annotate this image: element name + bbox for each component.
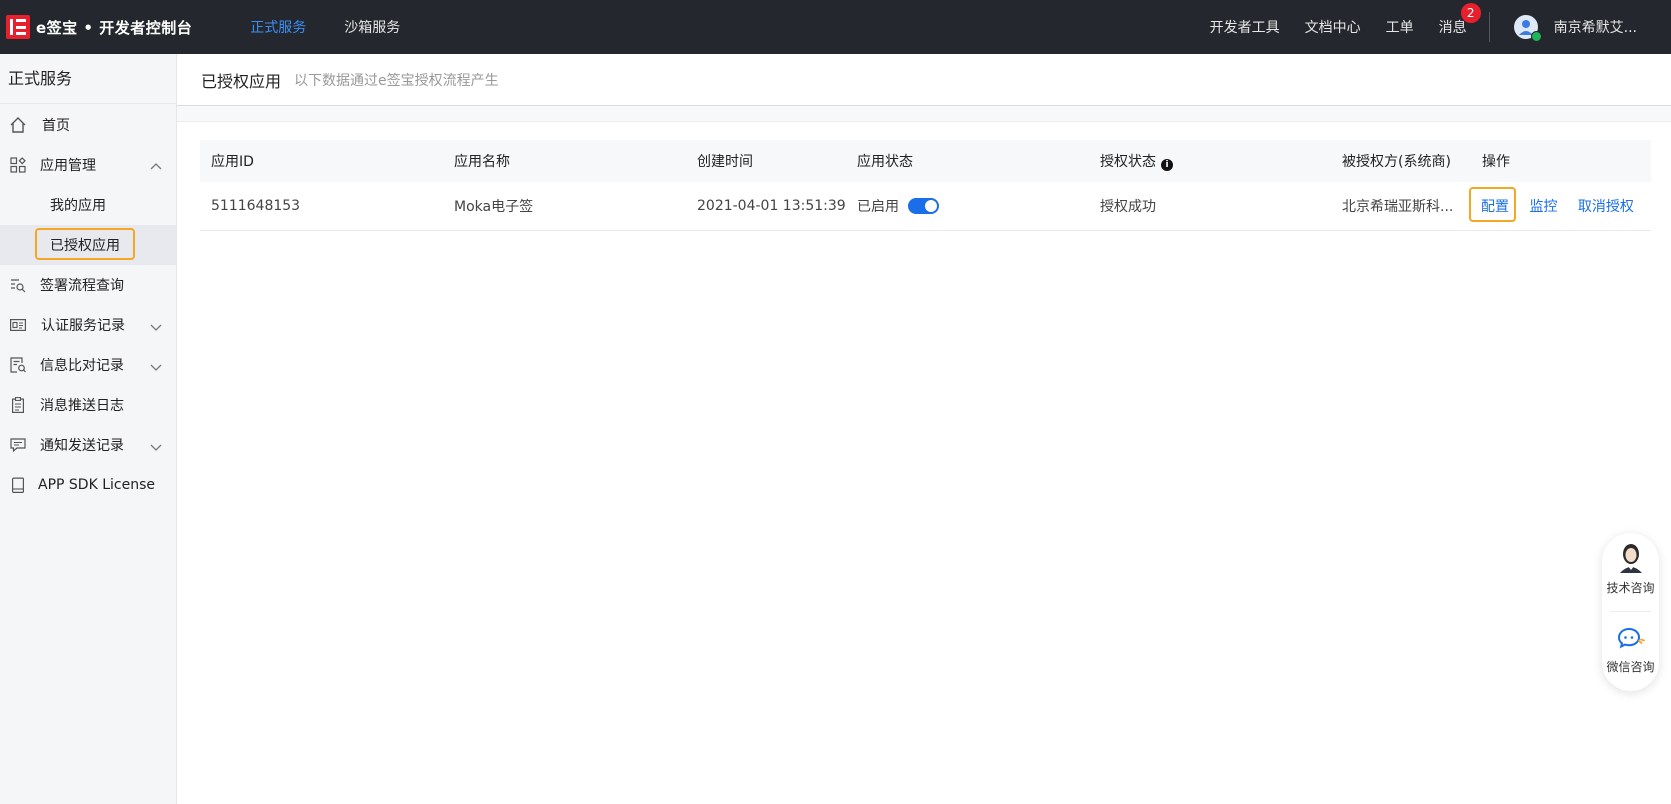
chevron-up-icon — [150, 158, 162, 177]
col-header-app-status: 应用状态 — [857, 154, 913, 170]
chevron-down-icon — [150, 438, 162, 457]
logo-text: e签宝 • 开发者控制台 — [36, 18, 193, 37]
top-right-menu: 开发者工具 文档中心 工单 消息 2 南京希默艾... — [1210, 0, 1671, 54]
app-grid-icon — [9, 156, 27, 174]
col-header-actions: 操作 — [1482, 154, 1510, 170]
revoke-auth-link[interactable]: 取消授权 — [1578, 199, 1634, 215]
esign-logo-icon — [6, 15, 30, 39]
chevron-down-icon — [150, 318, 162, 337]
messages-link[interactable]: 消息 2 — [1438, 3, 1481, 37]
info-icon[interactable]: i — [1161, 159, 1173, 171]
cell-app-id: 5111648153 — [211, 197, 301, 214]
sidebar-item-app-management[interactable]: 应用管理 — [0, 145, 176, 185]
sidebar-item-home[interactable]: 首页 — [0, 105, 176, 145]
col-header-app-id: 应用ID — [211, 154, 254, 170]
messages-label: 消息 — [1438, 20, 1467, 36]
docs-link[interactable]: 文档中心 — [1305, 17, 1361, 37]
main-content: 已授权应用 以下数据通过e签宝授权流程产生 应用ID 应用名称 创建时间 应用状… — [177, 54, 1671, 804]
wechat-chat-icon — [1617, 627, 1645, 649]
sidebar-item-sign-flow-query[interactable]: 签署流程查询 — [0, 265, 176, 305]
cell-auth-status: 授权成功 — [1100, 198, 1156, 215]
col-header-grantee: 被授权方(系统商) — [1342, 154, 1451, 170]
divider — [1488, 12, 1490, 42]
tech-consult-button[interactable]: 技术咨询 — [1602, 541, 1659, 596]
sidebar-item-label: 签署流程查询 — [40, 278, 124, 294]
sidebar-item-label: 应用管理 — [40, 158, 96, 174]
book-icon — [9, 476, 27, 494]
clipboard-icon — [9, 396, 27, 414]
dev-tools-link[interactable]: 开发者工具 — [1210, 17, 1280, 37]
sidebar-item-push-logs[interactable]: 消息推送日志 — [0, 385, 176, 425]
top-bar: e签宝 • 开发者控制台 正式服务 沙箱服务 开发者工具 文档中心 工单 消息 … — [0, 0, 1671, 54]
app-status-label: 已启用 — [857, 198, 899, 215]
chevron-down-icon — [150, 358, 162, 377]
consult-widget: 技术咨询 微信咨询 — [1602, 533, 1659, 691]
messages-badge: 2 — [1460, 3, 1481, 23]
sidebar-item-label: 认证服务记录 — [41, 318, 125, 334]
tech-consult-label: 技术咨询 — [1606, 581, 1655, 595]
page-title: 已授权应用 — [201, 71, 282, 91]
monitor-link[interactable]: 监控 — [1529, 199, 1557, 215]
authorized-apps-table: 应用ID 应用名称 创建时间 应用状态 授权状态 i 被授权方(系统商) 操作 5… — [200, 140, 1651, 231]
col-header-auth-status: 授权状态 i — [1089, 140, 1331, 182]
sidebar-item-my-apps[interactable]: 我的应用 — [0, 185, 176, 225]
search-list-icon — [9, 276, 27, 294]
table-header-row: 应用ID 应用名称 创建时间 应用状态 授权状态 i 被授权方(系统商) 操作 — [200, 140, 1651, 182]
chat-icon — [9, 436, 27, 454]
page-header: 已授权应用 以下数据通过e签宝授权流程产生 — [177, 54, 1671, 106]
verified-check-icon — [1530, 31, 1542, 42]
wechat-consult-label: 微信咨询 — [1606, 660, 1655, 674]
compare-doc-icon — [9, 356, 27, 374]
user-name[interactable]: 南京希默艾... — [1554, 17, 1637, 37]
sidebar-item-label: 我的应用 — [50, 198, 106, 214]
cell-app-name: Moka电子签 — [454, 198, 534, 215]
user-avatar-icon[interactable] — [1513, 15, 1542, 42]
configure-link[interactable]: 配置 — [1481, 199, 1509, 215]
wechat-consult-button[interactable]: 微信咨询 — [1602, 627, 1659, 675]
top-nav: 正式服务 沙箱服务 — [250, 17, 438, 37]
toggle-knob — [925, 199, 938, 212]
support-agent-avatar-icon — [1619, 544, 1642, 573]
table-row: 5111648153 Moka电子签 2021-04-01 13:51:39 已… — [200, 182, 1651, 230]
sidebar-item-label: APP SDK License — [38, 477, 155, 493]
sidebar-item-label: 信息比对记录 — [40, 358, 124, 374]
sidebar-item-label: 已授权应用 — [50, 238, 120, 254]
sidebar: 正式服务 首页 应用管理 我的应用 已授权应用 签署流程查询 认证服务记录 信息… — [0, 54, 177, 804]
app-status-toggle[interactable] — [908, 197, 940, 214]
col-header-app-name: 应用名称 — [454, 154, 510, 170]
sidebar-item-app-sdk-license[interactable]: APP SDK License — [0, 465, 176, 505]
logo[interactable]: e签宝 • 开发者控制台 — [6, 15, 192, 39]
sidebar-item-info-compare-records[interactable]: 信息比对记录 — [0, 345, 176, 385]
widget-divider — [1610, 611, 1651, 612]
page-subtitle: 以下数据通过e签宝授权流程产生 — [294, 72, 499, 89]
cell-actions: 配置 监控 取消授权 — [1469, 182, 1651, 230]
id-card-icon — [9, 316, 27, 334]
col-header-created-time: 创建时间 — [697, 154, 753, 170]
cell-created-time: 2021-04-01 13:51:39 — [697, 197, 846, 214]
sidebar-item-label: 首页 — [42, 118, 70, 134]
nav-sandbox-service[interactable]: 沙箱服务 — [344, 17, 400, 37]
col-header-auth-status-label: 授权状态 — [1100, 154, 1156, 170]
sidebar-item-label: 消息推送日志 — [40, 398, 124, 414]
header-spacer — [177, 106, 1671, 122]
sidebar-item-label: 通知发送记录 — [40, 438, 124, 454]
sidebar-item-auth-service-records[interactable]: 认证服务记录 — [0, 305, 176, 345]
cell-app-status: 已启用 — [846, 182, 1089, 230]
sidebar-item-authorized-apps[interactable]: 已授权应用 — [0, 225, 176, 265]
nav-production-service[interactable]: 正式服务 — [250, 17, 306, 37]
sidebar-item-notification-records[interactable]: 通知发送记录 — [0, 425, 176, 465]
tickets-link[interactable]: 工单 — [1386, 17, 1414, 37]
home-icon — [9, 116, 27, 134]
cell-grantee: 北京希瑞亚斯科... — [1342, 198, 1454, 215]
sidebar-title: 正式服务 — [0, 54, 176, 104]
